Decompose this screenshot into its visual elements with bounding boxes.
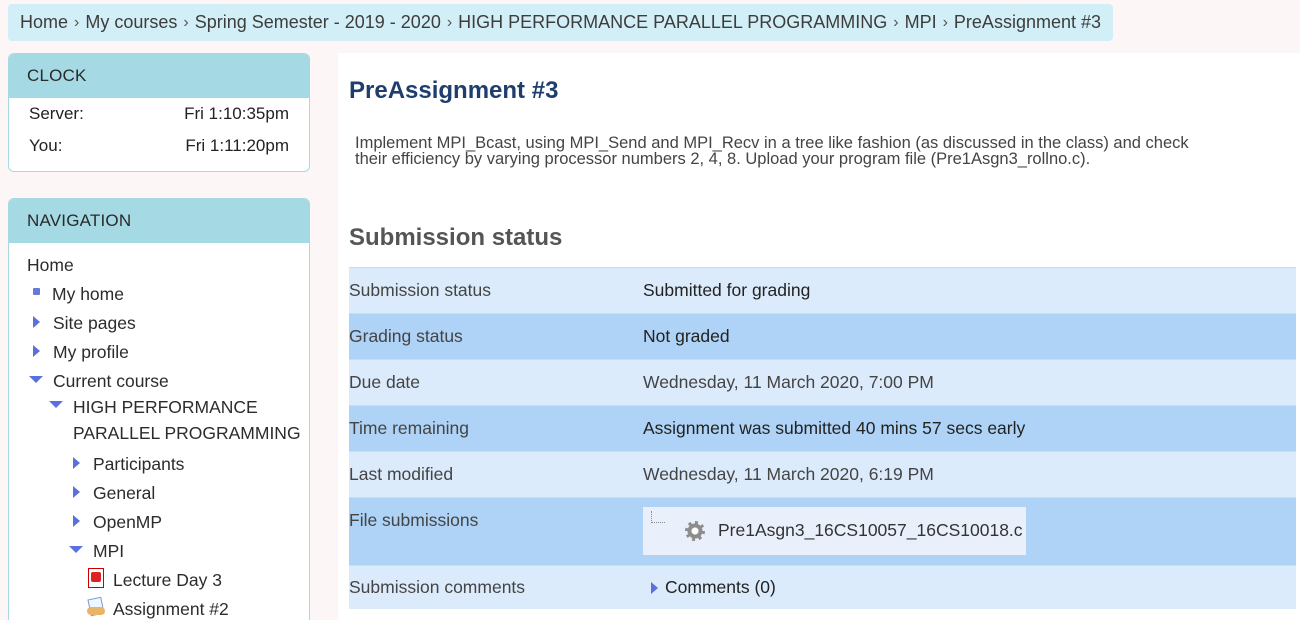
breadcrumb-home[interactable]: Home <box>20 12 68 33</box>
breadcrumb-my-courses[interactable]: My courses <box>85 12 177 33</box>
expand-arrow-icon[interactable] <box>73 514 80 527</box>
collapse-arrow-icon[interactable] <box>69 545 83 553</box>
user-time-row: You: Fri 1:11:20pm <box>9 130 309 162</box>
nav-item-label: Assignment #2 <box>113 599 229 619</box>
table-row: File submissions Pre1Asgn3_16CS10057_16C… <box>349 497 1296 565</box>
assignment-description: Implement MPI_Bcast, using MPI_Send and … <box>355 134 1285 168</box>
comments-toggle[interactable]: Comments (0) <box>643 577 1296 598</box>
row-value: Submitted for grading <box>643 280 811 300</box>
row-label: Time remaining <box>349 418 469 438</box>
expand-arrow-icon[interactable] <box>33 315 40 328</box>
nav-item-home[interactable]: Home <box>9 251 309 280</box>
table-row: Time remaining Assignment was submitted … <box>349 405 1296 451</box>
submitted-file-link[interactable]: Pre1Asgn3_16CS10057_16CS10018.c <box>718 520 1023 541</box>
table-row: Submission status Submitted for grading <box>349 267 1296 313</box>
nav-item-my-home[interactable]: My home <box>9 280 309 309</box>
row-value: Not graded <box>643 326 730 346</box>
server-time: Fri 1:10:35pm <box>184 104 289 123</box>
nav-item-label: MPI <box>93 541 125 561</box>
row-label: File submissions <box>349 510 479 530</box>
nav-item-assignment2[interactable]: Assignment #2 <box>9 595 309 620</box>
navigation-block: NAVIGATION Home My home Site pages My pr… <box>8 198 310 620</box>
chevron-right-icon: › <box>942 13 948 31</box>
expand-arrow-icon[interactable] <box>73 456 80 469</box>
nav-item-label: HIGH PERFORMANCE PARALLEL PROGRAMMING <box>73 394 301 446</box>
comments-link-label: Comments (0) <box>665 577 776 597</box>
nav-item-label: My profile <box>53 342 129 362</box>
chevron-right-icon: › <box>74 13 80 31</box>
nav-item-label: General <box>93 483 156 503</box>
section-title: Submission status <box>349 224 563 251</box>
chevron-right-icon: › <box>446 13 453 31</box>
table-row: Grading status Not graded <box>349 313 1296 359</box>
nav-item-course[interactable]: HIGH PERFORMANCE PARALLEL PROGRAMMING <box>9 396 309 450</box>
collapse-arrow-icon[interactable] <box>29 375 43 383</box>
description-line2: their efficiency by varying processor nu… <box>355 150 1091 168</box>
collapse-arrow-icon[interactable] <box>49 401 63 408</box>
nav-item-openmp[interactable]: OpenMP <box>9 508 309 537</box>
server-label: Server: <box>29 104 84 123</box>
row-label: Last modified <box>349 464 454 484</box>
table-row: Submission comments Comments (0) <box>349 565 1296 609</box>
main-content: PreAssignment #3 Implement MPI_Bcast, us… <box>338 53 1300 620</box>
pdf-file-icon <box>88 567 104 588</box>
nav-item-label: Participants <box>93 454 185 474</box>
row-label: Due date <box>349 372 421 392</box>
row-value: Wednesday, 11 March 2020, 7:00 PM <box>643 372 934 392</box>
breadcrumb: Home › My courses › Spring Semester - 20… <box>8 4 1113 41</box>
navigation-tree: Home My home Site pages My profile Curre… <box>9 243 309 620</box>
table-row: Due date Wednesday, 11 March 2020, 7:00 … <box>349 359 1296 405</box>
description-line1: Implement MPI_Bcast, using MPI_Send and … <box>355 134 1189 152</box>
file-submission-item: Pre1Asgn3_16CS10057_16CS10018.c <box>643 507 1026 555</box>
row-value: Wednesday, 11 March 2020, 6:19 PM <box>643 464 934 484</box>
assignment-icon <box>87 598 105 616</box>
row-value: Comments (0) <box>643 577 1296 598</box>
nav-item-label: My home <box>52 284 124 304</box>
nav-item-label: Site pages <box>53 313 136 333</box>
breadcrumb-current[interactable]: PreAssignment #3 <box>954 12 1101 33</box>
nav-item-general[interactable]: General <box>9 479 309 508</box>
course-name-line2: PARALLEL PROGRAMMING <box>73 423 301 443</box>
nav-item-site-pages[interactable]: Site pages <box>9 309 309 338</box>
you-label: You: <box>29 136 63 155</box>
breadcrumb-section[interactable]: MPI <box>905 12 937 33</box>
nav-item-label: Lecture Day 3 <box>113 570 222 590</box>
nav-item-lecture-day3[interactable]: Lecture Day 3 <box>9 566 309 595</box>
tree-connector-icon <box>651 511 665 523</box>
row-label: Submission comments <box>349 577 526 597</box>
gear-icon <box>685 521 705 541</box>
clock-block-title: CLOCK <box>9 54 309 98</box>
breadcrumb-semester[interactable]: Spring Semester - 2019 - 2020 <box>195 12 441 33</box>
nav-item-label: Current course <box>53 371 169 391</box>
nav-item-my-profile[interactable]: My profile <box>9 338 309 367</box>
row-value: Assignment was submitted 40 mins 57 secs… <box>643 418 1026 438</box>
nav-item-label: OpenMP <box>93 512 163 532</box>
row-value: Pre1Asgn3_16CS10057_16CS10018.c <box>643 498 1296 555</box>
row-label: Submission status <box>349 280 492 300</box>
breadcrumb-course[interactable]: HIGH PERFORMANCE PARALLEL PROGRAMMING <box>458 12 887 33</box>
nav-item-current-course[interactable]: Current course <box>9 367 309 396</box>
chevron-right-icon: › <box>183 13 189 31</box>
course-name-line1: HIGH PERFORMANCE <box>73 397 258 417</box>
row-label: Grading status <box>349 326 463 346</box>
page-title: PreAssignment #3 <box>349 77 559 104</box>
submission-status-table: Submission status Submitted for grading … <box>349 267 1296 609</box>
you-time: Fri 1:11:20pm <box>185 136 289 155</box>
bullet-icon <box>33 288 40 295</box>
nav-item-participants[interactable]: Participants <box>9 450 309 479</box>
expand-arrow-icon[interactable] <box>73 485 80 498</box>
expand-arrow-icon <box>651 581 658 594</box>
server-time-row: Server: Fri 1:10:35pm <box>9 98 309 130</box>
nav-item-label: Home <box>27 255 74 275</box>
expand-arrow-icon[interactable] <box>33 344 40 357</box>
clock-block: CLOCK Server: Fri 1:10:35pm You: Fri 1:1… <box>8 53 310 172</box>
table-row: Last modified Wednesday, 11 March 2020, … <box>349 451 1296 497</box>
nav-item-mpi[interactable]: MPI <box>9 537 309 566</box>
chevron-right-icon: › <box>893 13 899 31</box>
navigation-block-title: NAVIGATION <box>9 199 309 243</box>
